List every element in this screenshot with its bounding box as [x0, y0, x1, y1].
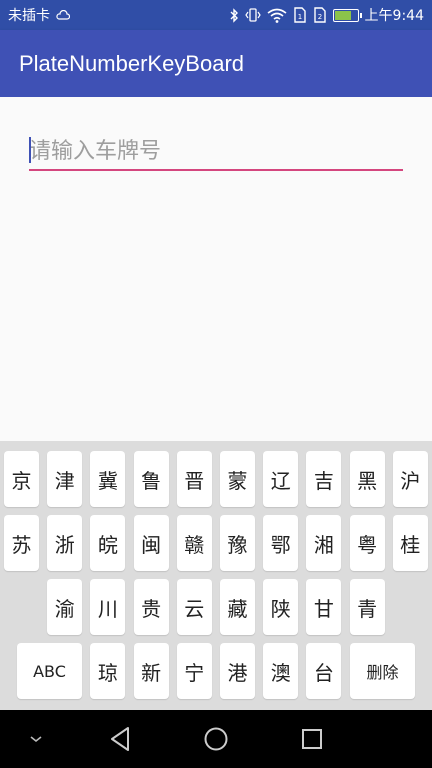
- vibrate-icon: [244, 7, 261, 23]
- key-province[interactable]: 贵: [133, 579, 169, 635]
- key-province[interactable]: 云: [176, 579, 212, 635]
- status-time: 上午9:44: [364, 8, 424, 24]
- plate-number-input[interactable]: [29, 133, 403, 169]
- key-province[interactable]: 澳: [263, 643, 299, 699]
- key-province[interactable]: 鲁: [133, 451, 169, 507]
- app-bar: PlateNumberKeyBoard: [0, 30, 432, 97]
- key-province[interactable]: 浙: [47, 515, 83, 571]
- key-province[interactable]: 宁: [176, 643, 212, 699]
- status-left: 未插卡: [8, 5, 70, 25]
- text-cursor: [29, 137, 31, 163]
- key-province[interactable]: 京: [4, 451, 39, 507]
- key-province[interactable]: 琼: [90, 643, 126, 699]
- navigation-bar: [0, 710, 432, 768]
- sim1-icon: 1: [293, 7, 307, 23]
- key-province[interactable]: 辽: [263, 451, 299, 507]
- key-province[interactable]: 藏: [220, 579, 255, 635]
- key-province[interactable]: 晋: [176, 451, 212, 507]
- cloud-icon: [56, 7, 70, 23]
- key-province[interactable]: 粤: [349, 515, 385, 571]
- key-province[interactable]: 皖: [90, 515, 126, 571]
- keyboard-row-4: ABC 琼新宁港澳台删除: [0, 643, 432, 699]
- key-province[interactable]: 冀: [90, 451, 126, 507]
- key-province[interactable]: 津: [47, 451, 83, 507]
- status-right: 1 2 上午9:44: [229, 5, 424, 25]
- key-province[interactable]: 湘: [306, 515, 342, 571]
- key-province[interactable]: 黑: [349, 451, 385, 507]
- back-icon[interactable]: [104, 724, 136, 754]
- key-province[interactable]: 川: [90, 579, 126, 635]
- main-content: [0, 97, 432, 441]
- sim2-icon: 2: [313, 7, 327, 23]
- key-province[interactable]: 桂: [392, 515, 428, 571]
- key-province[interactable]: 青: [349, 579, 385, 635]
- chevron-down-icon[interactable]: [26, 728, 46, 750]
- key-province[interactable]: 鄂: [263, 515, 299, 571]
- svg-text:2: 2: [317, 13, 321, 21]
- key-province[interactable]: 甘: [306, 579, 342, 635]
- key-province[interactable]: 沪: [392, 451, 428, 507]
- app-title: PlateNumberKeyBoard: [19, 50, 245, 76]
- delete-button[interactable]: 删除: [350, 643, 415, 699]
- keyboard-row-1: 京津冀鲁晋蒙辽吉黑沪: [0, 451, 432, 507]
- key-province[interactable]: 闽: [133, 515, 169, 571]
- wifi-icon: [267, 7, 287, 23]
- key-province[interactable]: 新: [133, 643, 169, 699]
- home-icon[interactable]: [200, 724, 232, 754]
- key-province[interactable]: 港: [220, 643, 255, 699]
- plate-input-wrapper: [29, 133, 403, 171]
- abc-switch-button[interactable]: ABC: [17, 643, 82, 699]
- key-province[interactable]: 豫: [220, 515, 255, 571]
- key-province[interactable]: 蒙: [220, 451, 255, 507]
- bluetooth-icon: [229, 7, 239, 23]
- battery-icon: [332, 7, 362, 23]
- key-province[interactable]: 赣: [176, 515, 212, 571]
- key-province[interactable]: 陕: [263, 579, 299, 635]
- key-province[interactable]: 台: [306, 643, 342, 699]
- key-province[interactable]: 苏: [4, 515, 39, 571]
- svg-text:1: 1: [297, 13, 301, 21]
- plate-keyboard: 京津冀鲁晋蒙辽吉黑沪 苏浙皖闽赣豫鄂湘粤桂 渝川贵云藏陕甘青 ABC 琼新宁港澳台…: [0, 441, 432, 710]
- carrier-text: 未插卡: [8, 8, 50, 24]
- recents-icon[interactable]: [296, 724, 328, 754]
- battery-fill: [334, 10, 352, 20]
- key-province[interactable]: 吉: [306, 451, 342, 507]
- key-province[interactable]: 渝: [47, 579, 83, 635]
- keyboard-row-2: 苏浙皖闽赣豫鄂湘粤桂: [0, 515, 432, 571]
- keyboard-row-3: 渝川贵云藏陕甘青: [0, 579, 432, 635]
- status-bar: 未插卡 1 2 上午9:44: [0, 0, 432, 30]
